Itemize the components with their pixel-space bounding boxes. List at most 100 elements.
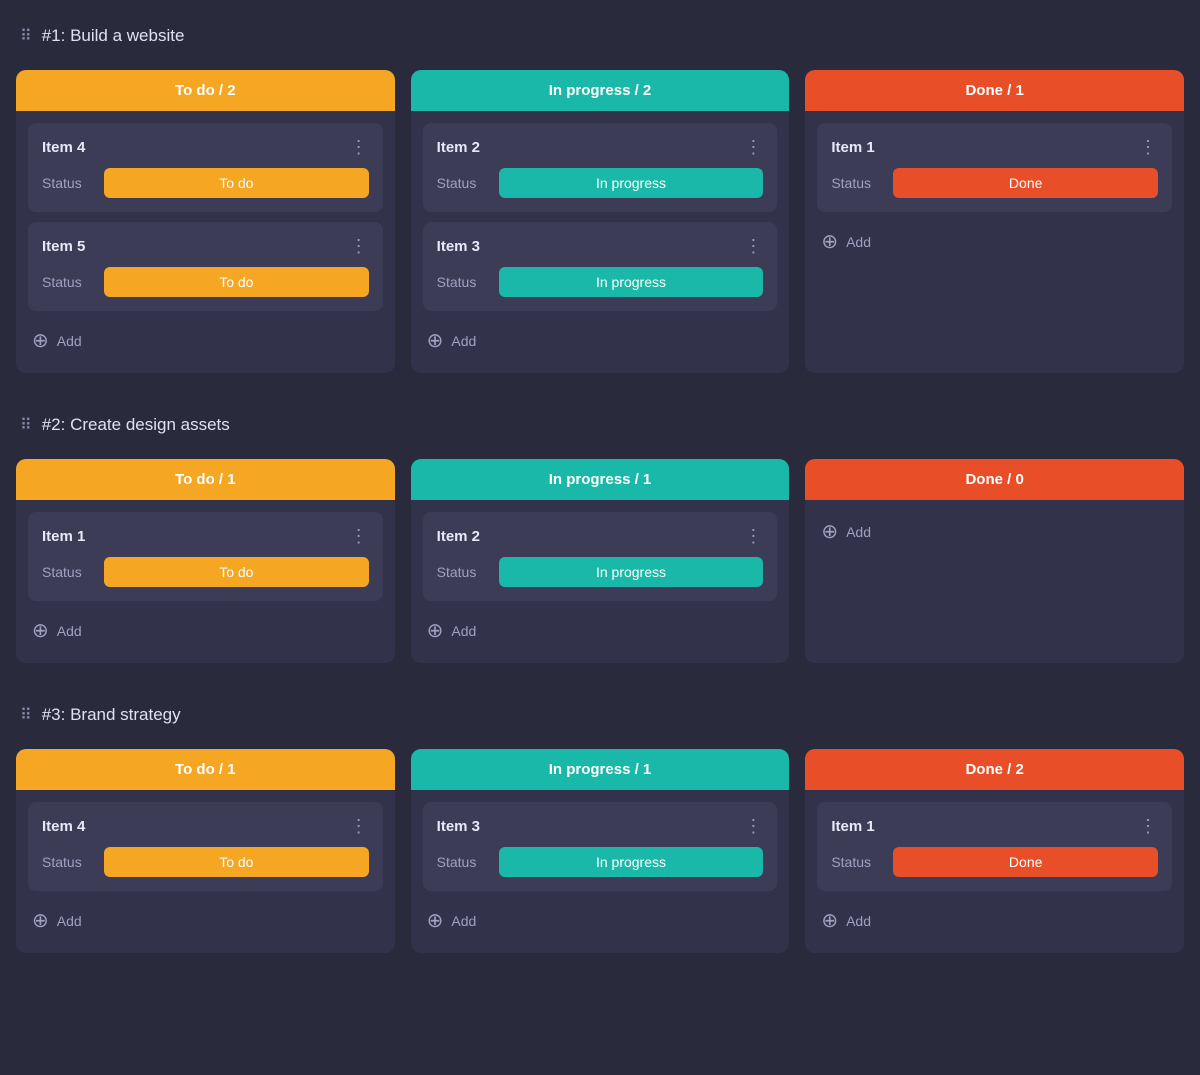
- project-title-2: #2: Create design assets: [42, 415, 230, 435]
- card-row-i6: Status To do: [42, 557, 369, 587]
- add-button-label: Add: [846, 234, 871, 250]
- card-menu-icon[interactable]: ⋮: [1139, 137, 1158, 158]
- card-title-i3: Item 2: [437, 139, 480, 156]
- card-menu-icon[interactable]: ⋮: [744, 526, 763, 547]
- column-body-c3-done: Item 1⋮StatusDone⊕Add: [805, 790, 1184, 953]
- card-row-i5: Status Done: [831, 168, 1158, 198]
- column-c2-inprogress: In progress / 1Item 2⋮StatusIn progress⊕…: [411, 459, 790, 663]
- add-button-c2-todo[interactable]: ⊕Add: [28, 611, 383, 651]
- card-menu-icon[interactable]: ⋮: [350, 526, 369, 547]
- column-header-c3-inprogress: In progress / 1: [411, 749, 790, 790]
- project-header-1: ⠿#1: Build a website: [16, 16, 1184, 56]
- add-circle-icon: ⊕: [427, 621, 444, 641]
- add-button-c2-done[interactable]: ⊕Add: [817, 512, 1172, 552]
- columns-row-2: To do / 1Item 1⋮StatusTo do⊕AddIn progre…: [16, 459, 1184, 663]
- card-title-i8: Item 4: [42, 818, 85, 835]
- card-row-i9: Status In progress: [437, 847, 764, 877]
- add-button-label: Add: [451, 623, 476, 639]
- card-title-i9: Item 3: [437, 818, 480, 835]
- column-header-c1-todo: To do / 2: [16, 70, 395, 111]
- column-body-c1-todo: Item 4⋮StatusTo doItem 5⋮StatusTo do⊕Add: [16, 111, 395, 373]
- status-badge[interactable]: In progress: [499, 267, 764, 297]
- card-header-i8: Item 4 ⋮: [42, 816, 369, 837]
- column-header-c3-todo: To do / 1: [16, 749, 395, 790]
- column-c3-done: Done / 2Item 1⋮StatusDone⊕Add: [805, 749, 1184, 953]
- status-label: Status: [437, 854, 487, 870]
- status-badge[interactable]: To do: [104, 847, 369, 877]
- status-badge[interactable]: To do: [104, 168, 369, 198]
- add-button-c3-inprogress[interactable]: ⊕ Add: [423, 901, 778, 941]
- add-button-c1-done[interactable]: ⊕Add: [817, 222, 1172, 262]
- status-label: Status: [831, 175, 881, 191]
- card-title-i7: Item 2: [437, 528, 480, 545]
- card-menu-icon[interactable]: ⋮: [1139, 816, 1158, 837]
- card-i5: Item 1 ⋮ Status Done: [817, 123, 1172, 212]
- add-button-c3-todo[interactable]: ⊕Add: [28, 901, 383, 941]
- column-body-c2-todo: Item 1 ⋮ Status To do ⊕Add: [16, 500, 395, 663]
- card-menu-icon[interactable]: ⋮: [350, 816, 369, 837]
- card-i3: Item 2 ⋮ StatusIn progress: [423, 123, 778, 212]
- add-button-c1-todo[interactable]: ⊕Add: [28, 321, 383, 361]
- drag-handle-icon[interactable]: ⠿: [20, 705, 32, 725]
- status-badge[interactable]: In progress: [499, 847, 764, 877]
- column-body-c1-done: Item 1 ⋮ Status Done ⊕Add: [805, 111, 1184, 373]
- card-title-i6: Item 1: [42, 528, 85, 545]
- card-menu-icon[interactable]: ⋮: [744, 137, 763, 158]
- card-i10: Item 1⋮StatusDone: [817, 802, 1172, 891]
- add-circle-icon: ⊕: [427, 331, 444, 351]
- card-menu-icon[interactable]: ⋮: [350, 236, 369, 257]
- column-header-c2-todo: To do / 1: [16, 459, 395, 500]
- column-body-c2-inprogress: Item 2 ⋮ StatusIn progress ⊕ Add: [411, 500, 790, 663]
- card-i7: Item 2 ⋮ StatusIn progress: [423, 512, 778, 601]
- drag-handle-icon[interactable]: ⠿: [20, 415, 32, 435]
- card-row-i4: Status In progress: [437, 267, 764, 297]
- add-circle-icon: ⊕: [427, 911, 444, 931]
- drag-handle-icon[interactable]: ⠿: [20, 26, 32, 46]
- status-badge[interactable]: In progress: [499, 168, 764, 198]
- status-label: Status: [42, 564, 92, 580]
- card-row-i8: Status To do: [42, 847, 369, 877]
- status-label: Status: [42, 274, 92, 290]
- column-header-c1-done: Done / 1: [805, 70, 1184, 111]
- column-c1-done: Done / 1 Item 1 ⋮ Status Done ⊕Add: [805, 70, 1184, 373]
- card-header-i3: Item 2 ⋮: [437, 137, 764, 158]
- card-i8: Item 4 ⋮ Status To do: [28, 802, 383, 891]
- add-button-label: Add: [846, 913, 871, 929]
- status-badge[interactable]: Done: [893, 168, 1158, 198]
- card-row-i7: StatusIn progress: [437, 557, 764, 587]
- column-c1-inprogress: In progress / 2Item 2⋮StatusIn progressI…: [411, 70, 790, 373]
- column-header-c2-done: Done / 0: [805, 459, 1184, 500]
- card-i9: Item 3 ⋮ Status In progress: [423, 802, 778, 891]
- status-badge[interactable]: In progress: [499, 557, 764, 587]
- card-row-i3: StatusIn progress: [437, 168, 764, 198]
- column-header-c3-done: Done / 2: [805, 749, 1184, 790]
- page-container: ⠿#1: Build a website To do / 2 Item 4 ⋮ Stat…: [0, 0, 1200, 1001]
- columns-row-1: To do / 2Item 4⋮StatusTo doItem 5⋮Status…: [16, 70, 1184, 373]
- column-c3-todo: To do / 1 Item 4 ⋮ Status To do ⊕Add: [16, 749, 395, 953]
- card-i2: Item 5⋮StatusTo do: [28, 222, 383, 311]
- card-menu-icon[interactable]: ⋮: [744, 816, 763, 837]
- add-circle-icon: ⊕: [821, 522, 838, 542]
- status-badge[interactable]: To do: [104, 267, 369, 297]
- card-menu-icon[interactable]: ⋮: [350, 137, 369, 158]
- project-group-1: ⠿#1: Build a websiteTo do / 2Item 4⋮Stat…: [16, 16, 1184, 373]
- column-body-c1-inprogress: Item 2⋮StatusIn progressItem 3⋮StatusIn …: [411, 111, 790, 373]
- card-header-i5: Item 1 ⋮: [831, 137, 1158, 158]
- status-label: Status: [831, 854, 881, 870]
- add-button-c2-inprogress[interactable]: ⊕ Add: [423, 611, 778, 651]
- card-menu-icon[interactable]: ⋮: [744, 236, 763, 257]
- add-button-c1-inprogress[interactable]: ⊕ Add: [423, 321, 778, 361]
- status-label: Status: [437, 274, 487, 290]
- status-badge[interactable]: To do: [104, 557, 369, 587]
- column-body-c2-done: ⊕Add: [805, 500, 1184, 663]
- project-header-3: ⠿#3: Brand strategy: [16, 695, 1184, 735]
- status-label: Status: [42, 854, 92, 870]
- add-button-label: Add: [451, 333, 476, 349]
- card-title-i5: Item 1: [831, 139, 874, 156]
- add-button-label: Add: [451, 913, 476, 929]
- add-button-c3-done[interactable]: ⊕Add: [817, 901, 1172, 941]
- add-circle-icon: ⊕: [32, 331, 49, 351]
- project-header-2: ⠿ #2: Create design assets: [16, 405, 1184, 445]
- status-badge[interactable]: Done: [893, 847, 1158, 877]
- column-body-c3-inprogress: Item 3 ⋮ Status In progress ⊕ Add: [411, 790, 790, 953]
